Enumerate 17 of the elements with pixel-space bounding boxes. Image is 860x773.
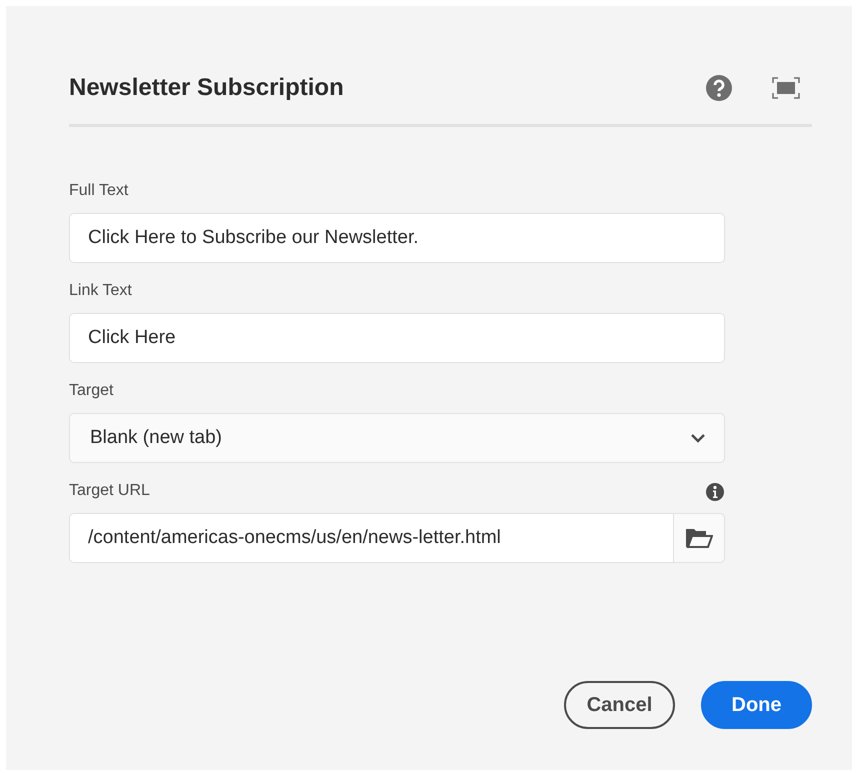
info-icon[interactable]	[706, 483, 724, 501]
browse-button[interactable]	[674, 513, 725, 563]
dialog-title: Newsletter Subscription	[69, 73, 344, 103]
cancel-button[interactable]: Cancel	[564, 681, 675, 729]
text-field[interactable]: Click Here to Subscribe our Newsletter.	[69, 213, 725, 263]
field-label: Target URL	[69, 481, 150, 501]
path-field[interactable]: /content/americas-onecms/us/en/news-letter.html	[69, 513, 674, 563]
help-icon[interactable]	[706, 75, 732, 101]
field-label: Link Text	[69, 281, 132, 301]
field-label: Target	[69, 381, 114, 401]
text-field[interactable]: Click Here	[69, 313, 725, 363]
chevron-down-icon	[690, 433, 706, 443]
done-button[interactable]: Done	[701, 681, 812, 729]
folder-icon	[685, 527, 713, 549]
fullscreen-icon[interactable]	[772, 77, 800, 99]
field-label: Full Text	[69, 181, 128, 201]
target-dropdown[interactable]: Blank (new tab)	[69, 413, 725, 463]
